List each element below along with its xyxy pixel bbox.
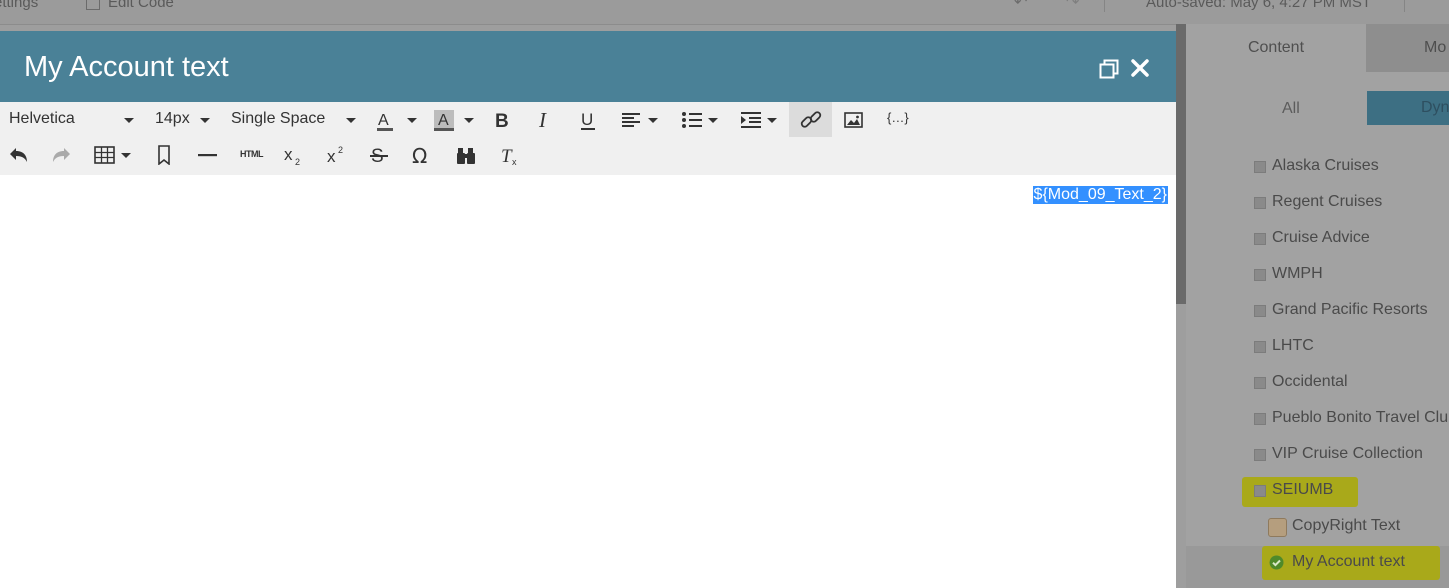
list-item-label: Cruise Advice: [1272, 229, 1370, 246]
svg-text:U: U: [581, 110, 593, 129]
autosave-status: Auto-saved: May 6, 4:27 PM MST: [1146, 0, 1372, 11]
checkbox[interactable]: [1254, 305, 1266, 317]
line-spacing-select[interactable]: Single Space: [231, 110, 359, 132]
font-family-value: Helvetica: [9, 110, 75, 127]
selected-merge-token[interactable]: ${Mod_09_Text_2}: [1032, 186, 1168, 204]
modal-header: My Account text: [0, 31, 1176, 102]
checkbox[interactable]: [1254, 377, 1266, 389]
strikethrough-icon[interactable]: S: [370, 145, 390, 167]
list-item-label: WMPH: [1272, 265, 1323, 282]
bookmark-icon[interactable]: [156, 145, 172, 165]
svg-text:x: x: [284, 145, 293, 164]
list-item-label: Alaska Cruises: [1272, 157, 1379, 174]
underline-icon[interactable]: U: [580, 110, 598, 132]
modal-title: My Account text: [24, 51, 229, 83]
merge-tag-icon[interactable]: {…}: [887, 110, 909, 125]
font-size-select[interactable]: 14px: [155, 110, 213, 132]
editor-toolbar: Helvetica 14px Single Space A A B I U {……: [0, 102, 1176, 176]
list-item-label: SEIUMB: [1272, 481, 1334, 498]
sub-list-item-label: CopyRight Text: [1292, 517, 1401, 534]
checkbox[interactable]: [1254, 413, 1266, 425]
undo-icon[interactable]: ↶: [1014, 0, 1027, 12]
font-size-value: 14px: [155, 110, 190, 127]
filter-all-button[interactable]: All: [1282, 100, 1300, 118]
special-character-icon[interactable]: Ω: [412, 145, 434, 167]
svg-text:B: B: [495, 111, 509, 132]
background-color-button[interactable]: A: [434, 110, 478, 132]
horizontal-rule-icon[interactable]: [197, 145, 219, 165]
html-source-button[interactable]: HTML: [240, 149, 264, 159]
bullet-list-icon[interactable]: [681, 110, 721, 132]
checkbox[interactable]: [1254, 341, 1266, 353]
sub-list-item-label: My Account text: [1292, 553, 1405, 570]
list-item-label: Occidental: [1272, 373, 1348, 390]
checkbox[interactable]: [1254, 449, 1266, 461]
close-icon[interactable]: [1130, 58, 1150, 78]
indent-icon[interactable]: [740, 110, 780, 132]
subscript-icon[interactable]: x2: [284, 145, 306, 167]
settings-tab[interactable]: ettings: [0, 0, 38, 11]
list-item-label: Regent Cruises: [1272, 193, 1383, 210]
chevron-down-icon: [200, 118, 210, 123]
list-item-label: LHTC: [1272, 337, 1314, 354]
svg-text:x: x: [327, 147, 336, 166]
font-family-select[interactable]: Helvetica: [9, 110, 139, 132]
redo-icon[interactable]: ↷: [1066, 0, 1079, 12]
filter-dynamic-button[interactable]: Dynam: [1367, 91, 1449, 125]
checkbox[interactable]: [1254, 269, 1266, 281]
redo-icon[interactable]: [51, 145, 71, 165]
superscript-icon[interactable]: x2: [327, 145, 349, 167]
bold-icon[interactable]: B: [494, 110, 512, 132]
background-scrollbar: [1176, 24, 1186, 304]
svg-text:x: x: [512, 157, 517, 167]
svg-text:A: A: [438, 112, 449, 129]
font-color-button[interactable]: A: [376, 110, 420, 132]
divider: [1404, 0, 1405, 12]
chevron-down-icon: [346, 118, 356, 123]
background-topbar: ettings Edit Code ↶ ↷ Auto-saved: May 6,…: [0, 0, 1449, 25]
checkbox[interactable]: [1254, 197, 1266, 209]
clear-formatting-icon[interactable]: Tx: [500, 145, 522, 167]
editor-modal: My Account text Helvetica 14px Single Sp…: [0, 31, 1176, 588]
editor-content-area[interactable]: ${Mod_09_Text_2}: [0, 175, 1176, 588]
svg-text:2: 2: [338, 145, 343, 155]
chevron-down-icon: [124, 118, 134, 123]
undo-icon[interactable]: [9, 145, 29, 165]
checkbox[interactable]: [1254, 485, 1266, 497]
maximize-icon[interactable]: [1099, 59, 1119, 79]
image-icon[interactable]: [844, 110, 864, 130]
right-panel: Content Mo All Dynam Alaska Cruises Rege…: [1186, 24, 1449, 588]
find-replace-icon[interactable]: [456, 145, 478, 167]
align-left-icon[interactable]: [621, 110, 661, 132]
italic-icon[interactable]: I: [537, 110, 555, 132]
svg-text:2: 2: [295, 157, 300, 167]
checkbox[interactable]: [1254, 161, 1266, 173]
edit-code-button[interactable]: Edit Code: [108, 0, 174, 11]
check-circle-icon: [1268, 554, 1285, 571]
svg-text:A: A: [378, 112, 389, 129]
link-icon[interactable]: [800, 109, 822, 131]
checkbox[interactable]: [1254, 233, 1266, 245]
divider: [1104, 0, 1105, 12]
tab-modules[interactable]: Mo: [1366, 24, 1449, 72]
list-item-label: Pueblo Bonito Travel Clu: [1272, 409, 1449, 426]
edit-code-icon: [86, 0, 100, 10]
snippet-icon: [1268, 518, 1287, 537]
svg-text:I: I: [538, 110, 547, 132]
list-item-label: Grand Pacific Resorts: [1272, 301, 1428, 318]
tab-content[interactable]: Content: [1186, 24, 1366, 72]
list-item-label: VIP Cruise Collection: [1272, 445, 1423, 462]
table-icon[interactable]: [94, 145, 134, 165]
svg-text:Ω: Ω: [412, 145, 427, 167]
line-spacing-value: Single Space: [231, 110, 326, 127]
